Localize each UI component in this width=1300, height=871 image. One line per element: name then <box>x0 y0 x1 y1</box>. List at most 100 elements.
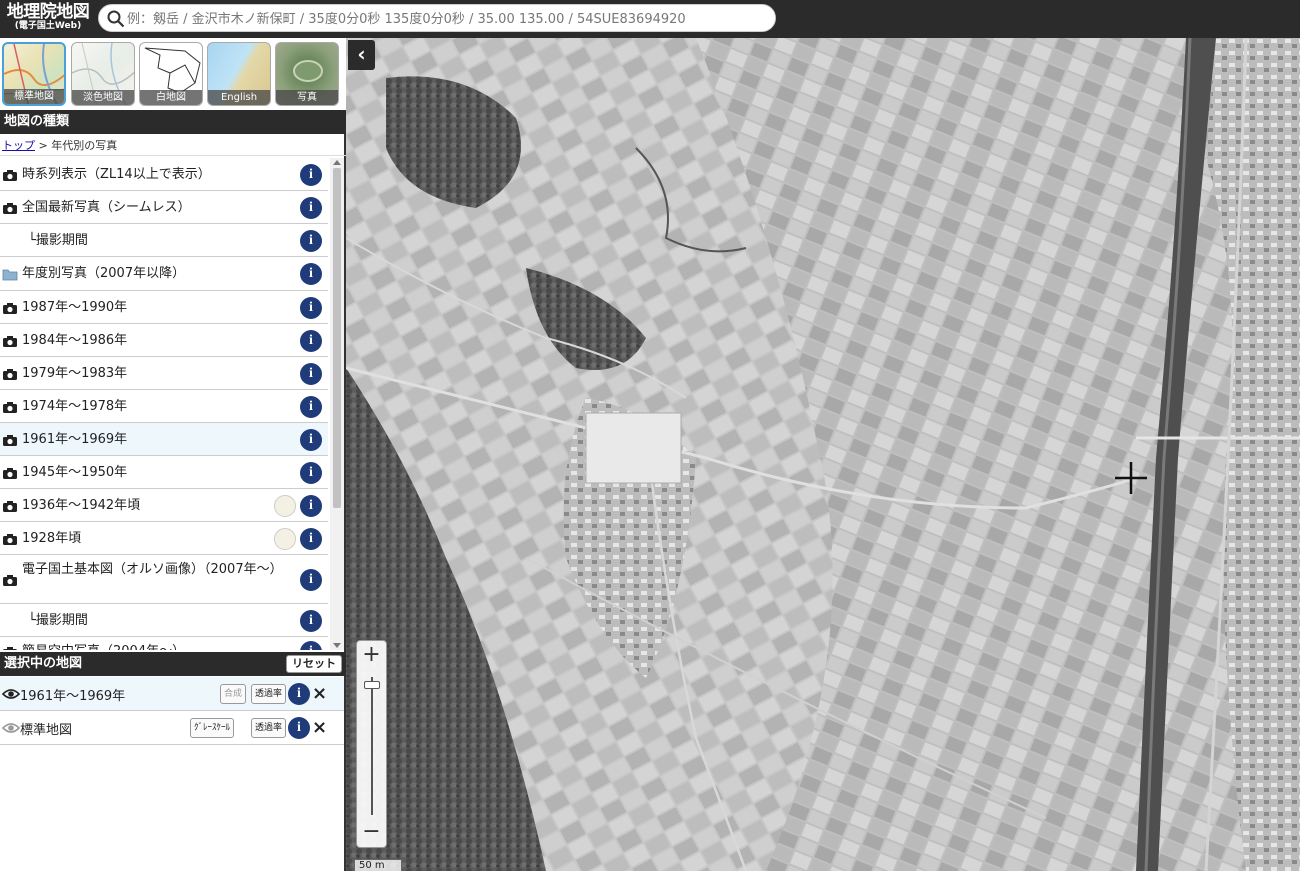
info-icon[interactable]: i <box>300 296 322 319</box>
close-icon[interactable]: × <box>312 683 327 705</box>
scrollbar-thumb[interactable] <box>333 168 341 508</box>
map-type-label: 簡易空中写真（2004年～） <box>22 643 185 650</box>
opacity-button[interactable]: 透過率 <box>251 718 287 738</box>
camera-icon <box>3 335 17 347</box>
map-type-label: └撮影期間 <box>28 612 88 628</box>
map-type-label: 電子国土基本図（オルソ画像）（2007年～） <box>22 562 283 577</box>
preview-magnifier-icon[interactable] <box>274 494 296 517</box>
basemap-label: 白地図 <box>140 90 202 105</box>
camera-icon <box>3 302 17 314</box>
scroll-down-icon[interactable] <box>333 643 341 648</box>
site-logo[interactable]: 地理院地図 (電子国土Web) <box>4 3 92 35</box>
preview-magnifier-icon[interactable] <box>274 527 296 550</box>
map-type-item[interactable]: 1936年～1942年頃 i <box>0 489 328 522</box>
info-icon[interactable]: i <box>300 362 322 385</box>
info-icon[interactable]: i <box>300 428 322 451</box>
basemap-standard[interactable]: 標準地図 <box>2 42 66 106</box>
camera-icon <box>3 533 17 545</box>
map-type-label: 年度別写真（2007年以降） <box>22 266 186 281</box>
info-icon[interactable]: i <box>288 683 310 705</box>
info-icon[interactable]: i <box>300 494 322 517</box>
info-icon[interactable]: i <box>300 527 322 550</box>
map-canvas[interactable] <box>346 38 1300 871</box>
zoom-control[interactable]: + − <box>356 640 387 848</box>
reset-button[interactable]: リセット <box>286 655 342 673</box>
collapse-panel-button[interactable]: ‹ <box>348 40 375 70</box>
map-type-item[interactable]: └撮影期間 i <box>0 604 328 637</box>
map-type-item[interactable]: 電子国土基本図（オルソ画像）（2007年～） i <box>0 555 328 604</box>
selected-layer-name: 標準地図 <box>20 723 73 738</box>
map-type-item[interactable]: 1984年～1986年 i <box>0 324 328 357</box>
zoom-out-button[interactable]: − <box>357 819 386 847</box>
breadcrumb-top-link[interactable]: トップ <box>2 139 35 152</box>
camera-icon <box>3 169 17 181</box>
basemap-label: 淡色地図 <box>72 90 134 105</box>
map-type-item[interactable]: 1979年～1983年 i <box>0 357 328 390</box>
info-icon[interactable]: i <box>300 196 322 219</box>
map-type-list[interactable]: 時系列表示（ZL14以上で表示） i 全国最新写真（シームレス） i └撮影期間 i 年度別… <box>0 158 330 650</box>
map-type-label: └撮影期間 <box>28 232 88 248</box>
selected-maps-title: 選択中の地図 <box>4 656 83 671</box>
scale-bar: 50 m <box>354 859 402 871</box>
basemap-english[interactable]: English <box>207 42 271 106</box>
info-icon[interactable]: i <box>300 329 322 352</box>
map-type-item[interactable]: 1928年頃 i <box>0 522 328 555</box>
info-icon[interactable]: i <box>300 263 322 285</box>
map-type-item[interactable]: 1961年～1969年 i <box>0 423 328 456</box>
close-icon[interactable]: × <box>312 717 327 739</box>
info-icon[interactable]: i <box>300 609 322 632</box>
info-icon[interactable]: i <box>300 568 322 591</box>
map-type-item[interactable]: 簡易空中写真（2004年～） i <box>0 637 328 650</box>
info-icon[interactable]: i <box>300 229 322 252</box>
breadcrumb: トップ > 年代別の写真 <box>0 136 346 156</box>
list-scrollbar[interactable] <box>330 158 344 650</box>
selected-layer-row[interactable]: 標準地図 ｸﾞﾚｰｽｹｰﾙ 透過率 i × <box>0 711 344 745</box>
map-type-label: 1974年～1978年 <box>22 398 128 414</box>
opacity-button[interactable]: 透過率 <box>251 684 287 704</box>
camera-icon <box>3 202 17 214</box>
logo-title: 地理院地図 <box>6 2 90 22</box>
map-type-item[interactable]: 時系列表示（ZL14以上で表示） i <box>0 158 328 191</box>
map-type-label: 1928年頃 <box>22 530 82 546</box>
search-input[interactable] <box>127 9 767 29</box>
map-type-label: 1987年～1990年 <box>22 299 128 315</box>
camera-icon <box>3 574 17 586</box>
breadcrumb-separator: > <box>38 139 48 152</box>
selected-layer-row[interactable]: 1961年～1969年 合成 透過率 i × <box>0 677 344 711</box>
map-type-item[interactable]: └撮影期間 i <box>0 224 328 257</box>
map-type-label: 時系列表示（ZL14以上で表示） <box>22 166 211 182</box>
map-type-label: 1979年～1983年 <box>22 365 128 381</box>
scroll-up-icon[interactable] <box>333 160 341 165</box>
map-type-item[interactable]: 全国最新写真（シームレス） i <box>0 191 328 224</box>
grayscale-button[interactable]: ｸﾞﾚｰｽｹｰﾙ <box>190 718 235 738</box>
basemap-pale[interactable]: 淡色地図 <box>71 42 135 106</box>
camera-icon <box>3 500 17 512</box>
info-icon[interactable]: i <box>300 641 322 650</box>
info-icon[interactable]: i <box>300 461 322 484</box>
camera-icon <box>3 647 17 650</box>
map-type-item[interactable]: 1945年～1950年 i <box>0 456 328 489</box>
info-icon[interactable]: i <box>300 395 322 418</box>
map-type-label: 1936年～1942年頃 <box>22 497 141 513</box>
map-type-label: 1984年～1986年 <box>22 332 128 348</box>
info-icon[interactable]: i <box>288 717 310 739</box>
basemap-photo[interactable]: 写真 <box>275 42 339 106</box>
camera-icon <box>3 467 17 479</box>
search-box[interactable] <box>98 4 776 32</box>
map-type-item[interactable]: 1974年～1978年 i <box>0 390 328 423</box>
map-type-item[interactable]: 1987年～1990年 i <box>0 291 328 324</box>
basemap-label: 標準地図 <box>4 89 64 104</box>
basemap-blank[interactable]: 白地図 <box>139 42 203 106</box>
map-type-label: 1945年～1950年 <box>22 464 128 480</box>
aerial-photo-map-layer <box>346 38 1300 871</box>
info-icon[interactable]: i <box>300 163 322 186</box>
composite-button[interactable]: 合成 <box>220 684 247 704</box>
zoom-slider-track[interactable] <box>371 677 373 815</box>
map-type-item[interactable]: 年度別写真（2007年以降） i <box>0 257 328 291</box>
zoom-slider-handle[interactable] <box>364 681 380 690</box>
search-icon[interactable] <box>107 10 125 28</box>
map-type-label: 全国最新写真（シームレス） <box>22 199 191 215</box>
zoom-in-button[interactable]: + <box>357 642 386 670</box>
eye-icon[interactable] <box>2 687 20 701</box>
eye-icon[interactable] <box>2 721 20 735</box>
